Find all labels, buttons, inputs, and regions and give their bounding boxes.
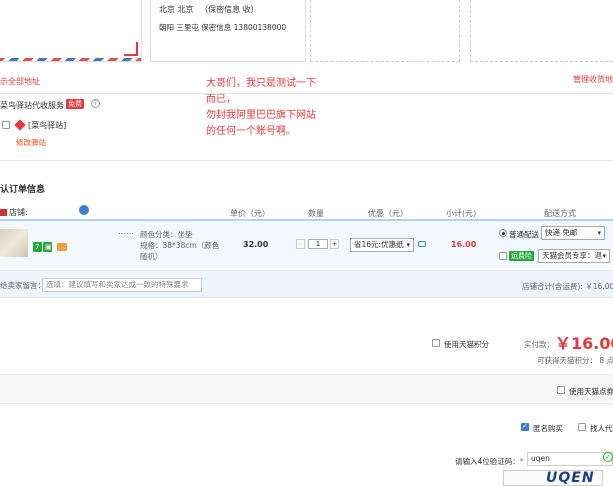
captcha-image[interactable]: UQEN [503,470,603,486]
item-badge-7day-icon: 7 [33,242,42,252]
chevron-down-icon: ▾ [406,241,410,249]
col-price: 单价（元） [230,209,270,218]
item-badge-security-icon: ▣ [43,242,52,252]
discount-select[interactable]: 省16元:优惠纸 ▾ [350,238,414,252]
use-coupon-label: 使用天猫点券 [569,387,613,396]
item-subtotal: 16.00 [451,240,477,249]
anonymous-label: 匿名购买 [533,424,563,433]
address-card-current[interactable]: 北京 北京 （保密信息 收） 朝阳 三里屯 保密信息 13800138000 [150,0,306,62]
help-icon[interactable]: ? [91,99,100,108]
qty-plus-button[interactable]: + [330,239,339,249]
shipping-method-select[interactable]: 快递 免邮 ▾ [541,226,605,240]
use-points-checkbox[interactable] [432,339,440,347]
address-card-selected[interactable] [0,0,142,62]
qty-minus-button[interactable]: - [296,239,305,249]
use-coupon-checkbox[interactable] [557,386,565,394]
normal-shipping-label: 普通配送 [509,230,539,239]
points-earned: 可获得天猫积分： 8 点 [537,356,613,365]
message-input[interactable]: 选填：建议填写和卖家达成一致的特殊要求 [42,278,202,292]
insurance-select[interactable]: 天猫会员专享：退 ▾ [538,249,610,263]
airmail-border [0,58,141,61]
captcha-image-text: UQEN [546,470,595,486]
message-label: 给卖家留言： [0,281,45,290]
cainiao-title: 菜鸟驿站代收服务 [0,101,64,110]
col-shipping: 配送方式 [544,209,576,218]
store-total: 店铺合计(含运费): ￥16.00 [522,282,613,291]
captcha-input[interactable]: uqen [527,452,613,466]
item-attr-color: 颜色分类：坐垫 [140,230,193,239]
item-attr-size-cont: 随机） [140,252,163,261]
divider [0,93,613,94]
store-row: 店铺: [0,207,28,218]
chevron-down-icon: ▾ [597,229,601,237]
item-price: 32.00 [243,240,269,249]
insurance-checkbox[interactable] [499,252,507,260]
discount-chat-icon[interactable] [418,241,426,247]
address-recipient: （保密信息 收） [200,5,259,14]
section-title: 认订单信息 [0,185,46,195]
chevron-down-icon: ▾ [602,252,606,260]
cainiao-option-label: [菜鸟驿站] [28,121,67,130]
show-all-addresses-link[interactable]: 示全部地址 [0,76,40,87]
qty-input[interactable]: 1 [308,239,328,249]
item-name[interactable]: …… [118,227,134,236]
address-city: 北京 北京 [159,5,194,14]
item-badge-card-icon [57,243,67,251]
other-pay-checkbox[interactable] [578,423,586,431]
store-icon [0,209,7,216]
stamp-icon [124,42,138,56]
address-card-empty-2[interactable] [470,0,613,62]
cainiao-free-tag: 免费 [66,99,84,109]
cainiao-station-icon [14,119,26,131]
col-subtotal: 小计(元) [446,209,477,218]
col-qty: 数量 [308,209,324,218]
insurance-tag: 运费险 [509,251,534,261]
item-attr-size: 规格：38*38cm（颜色 [140,241,220,250]
annotation-note: 大哥们，我只是测试一下 而已， 勿封我阿里巴巴旗下网站 的任何一个账号啊。 [206,78,316,137]
paid-amount: ￥16.00 [555,334,613,353]
address-card-empty-1[interactable] [310,0,460,62]
captcha-label: 请输入4位验证码：* [455,457,524,466]
wangwang-chat-icon[interactable] [79,205,89,215]
captcha-check-icon: ✓ [603,452,613,462]
use-points-label: 使用天猫积分 [444,340,489,349]
anonymous-checkbox[interactable] [521,422,529,431]
other-pay-label: 找人代付 [590,424,613,433]
normal-shipping-radio[interactable] [499,229,507,237]
col-discount: 优惠（元） [368,209,408,218]
paid-label: 实付款： [524,340,554,349]
item-thumbnail[interactable] [0,229,28,257]
divider [0,160,613,161]
cainiao-checkbox[interactable] [2,121,10,129]
coupon-row [0,374,613,404]
address-detail: 朝阳 三里屯 保密信息 13800138000 [159,23,287,32]
store-label: 店铺: [9,208,28,217]
change-station-link[interactable]: 修改驿站 [16,137,46,148]
manage-addresses-link[interactable]: 管理收货地址 [573,74,613,85]
